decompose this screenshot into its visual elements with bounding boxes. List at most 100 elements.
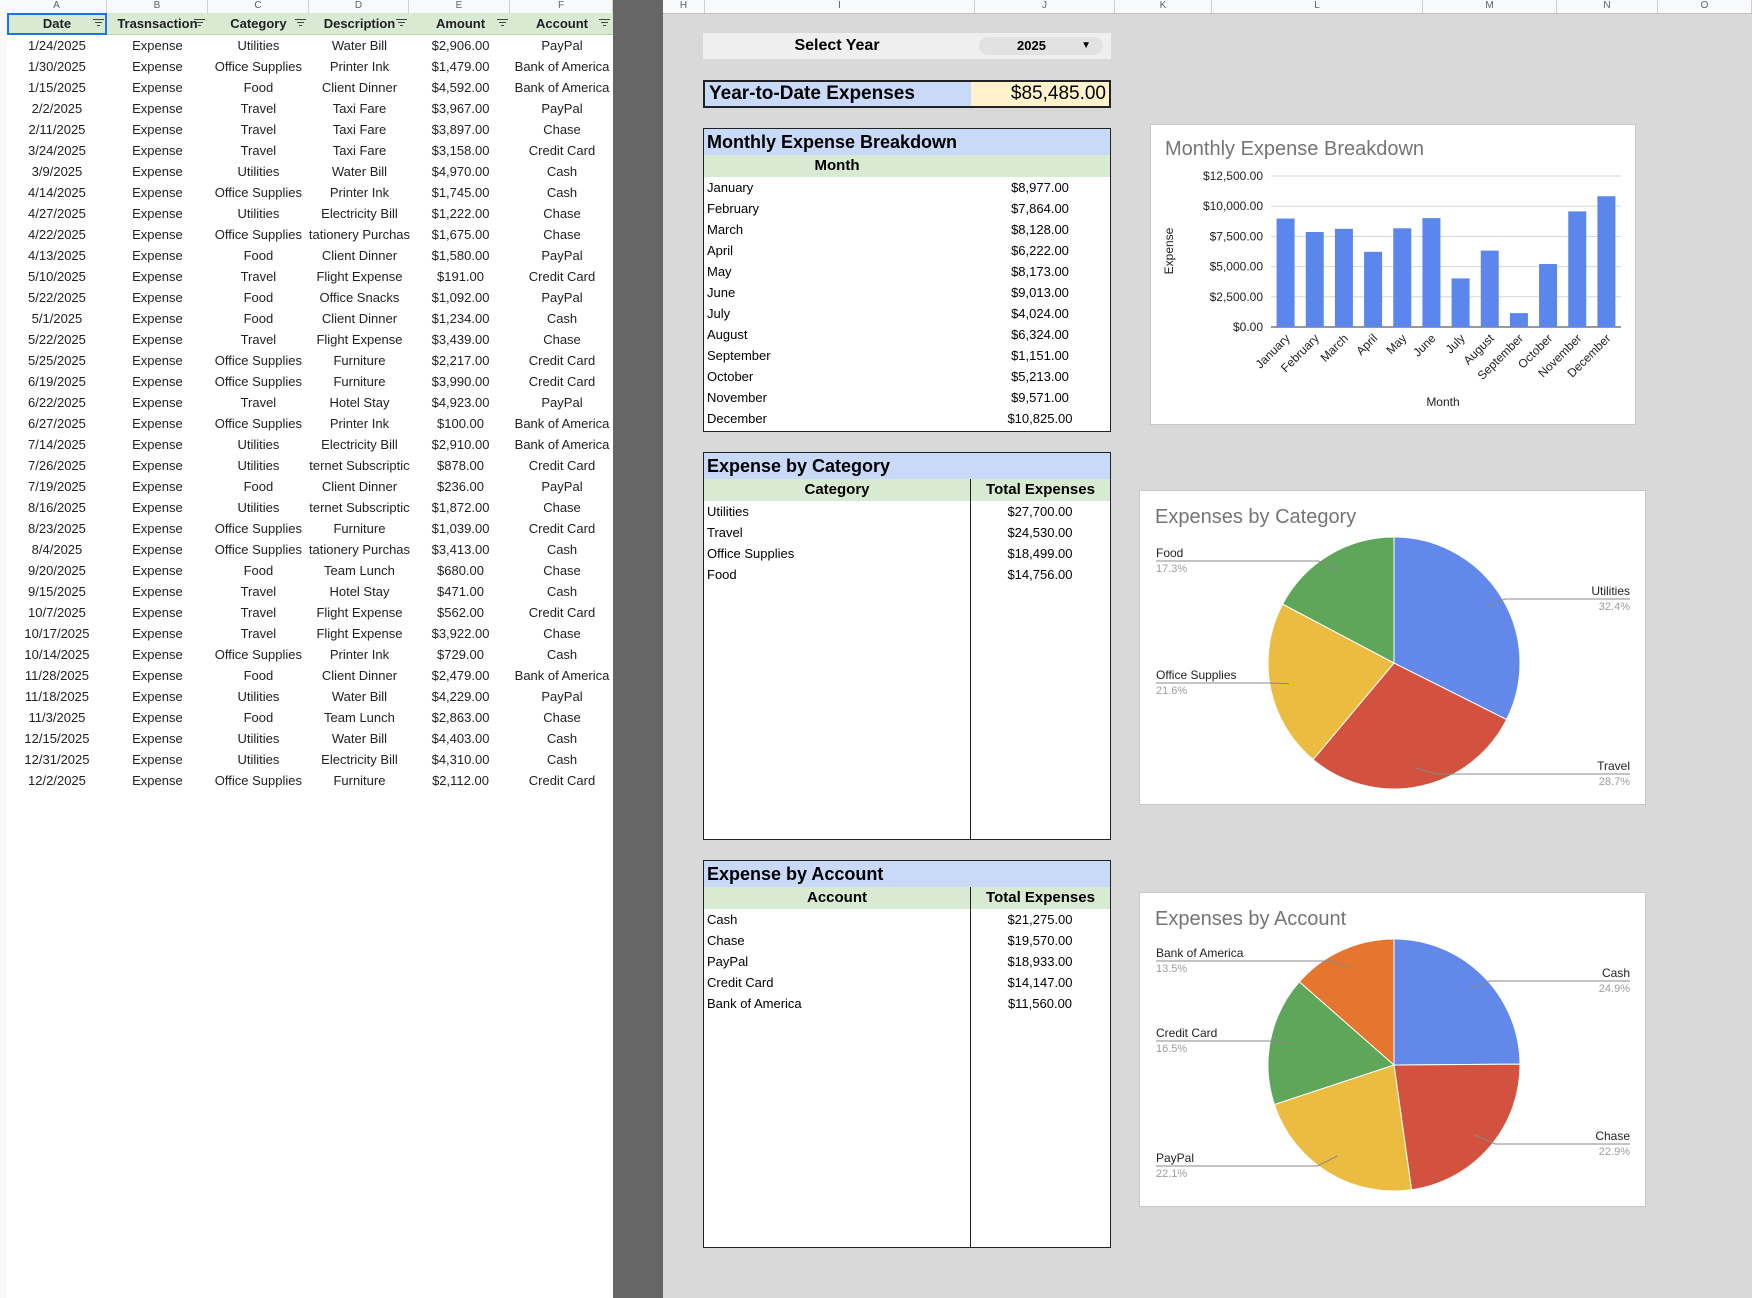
column-header-f[interactable]: F	[510, 0, 613, 13]
table-cell[interactable]: $3,413.00	[410, 539, 511, 560]
column-header-j[interactable]: J	[975, 0, 1115, 13]
table-cell[interactable]: PayPal	[511, 392, 613, 413]
table-cell[interactable]: ternet Subscriptic	[309, 497, 410, 518]
table-cell[interactable]: Water Bill	[309, 728, 410, 749]
table-cell[interactable]: 1/24/2025	[7, 35, 107, 57]
table-cell[interactable]: Travel	[208, 98, 309, 119]
table-cell[interactable]: Bank of America	[511, 434, 613, 455]
table-cell[interactable]: PayPal	[511, 98, 613, 119]
table-cell[interactable]: Expense	[107, 77, 208, 98]
table-cell[interactable]: Client Dinner	[309, 476, 410, 497]
table-cell[interactable]: $4,310.00	[410, 749, 511, 770]
column-header-m[interactable]: M	[1423, 0, 1557, 13]
table-cell[interactable]: Chase	[511, 329, 613, 350]
table-cell[interactable]: 7/26/2025	[7, 455, 107, 476]
table-cell[interactable]: Chase	[511, 203, 613, 224]
table-cell[interactable]: $3,990.00	[410, 371, 511, 392]
table-cell[interactable]: 4/13/2025	[7, 245, 107, 266]
table-cell[interactable]: Cash	[511, 161, 613, 182]
table-cell[interactable]: Office Supplies	[208, 518, 309, 539]
table-cell[interactable]: Expense	[107, 287, 208, 308]
filter-icon[interactable]	[92, 19, 104, 28]
table-cell[interactable]: Utilities	[208, 728, 309, 749]
table-cell[interactable]: Chase	[511, 224, 613, 245]
table-cell[interactable]: Expense	[107, 266, 208, 287]
table-cell[interactable]: Cash	[511, 728, 613, 749]
table-cell[interactable]: Chase	[511, 560, 613, 581]
table-cell[interactable]: 1/30/2025	[7, 56, 107, 77]
table-cell[interactable]: Water Bill	[309, 35, 410, 57]
table-cell[interactable]: tationery Purchas	[309, 224, 410, 245]
table-cell[interactable]: Food	[208, 476, 309, 497]
table-cell[interactable]: $100.00	[410, 413, 511, 434]
table-cell[interactable]: $2,112.00	[410, 770, 511, 791]
table-cell[interactable]: 11/18/2025	[7, 686, 107, 707]
bar-june[interactable]	[1422, 218, 1441, 327]
table-cell[interactable]: $3,158.00	[410, 140, 511, 161]
table-cell[interactable]: Taxi Fare	[309, 119, 410, 140]
table-cell[interactable]: 9/20/2025	[7, 560, 107, 581]
table-cell[interactable]: 6/22/2025	[7, 392, 107, 413]
table-cell[interactable]: $4,403.00	[410, 728, 511, 749]
filter-icon[interactable]	[396, 19, 408, 28]
table-cell[interactable]: Travel	[208, 266, 309, 287]
table-cell[interactable]: $729.00	[410, 644, 511, 665]
table-cell[interactable]: Expense	[107, 98, 208, 119]
table-cell[interactable]: Credit Card	[511, 770, 613, 791]
table-cell[interactable]: Electricity Bill	[309, 434, 410, 455]
table-cell[interactable]: Office Snacks	[309, 287, 410, 308]
table-cell[interactable]: 5/25/2025	[7, 350, 107, 371]
table-cell[interactable]: 10/7/2025	[7, 602, 107, 623]
table-cell[interactable]: Water Bill	[309, 686, 410, 707]
table-cell[interactable]: $1,745.00	[410, 182, 511, 203]
table-cell[interactable]: Bank of America	[511, 56, 613, 77]
table-cell[interactable]: Expense	[107, 224, 208, 245]
table-cell[interactable]: $4,970.00	[410, 161, 511, 182]
table-cell[interactable]: Hotel Stay	[309, 581, 410, 602]
table-cell[interactable]: Flight Expense	[309, 329, 410, 350]
table-cell[interactable]: 7/19/2025	[7, 476, 107, 497]
column-header-a[interactable]: A	[7, 0, 107, 13]
table-cell[interactable]: $1,234.00	[410, 308, 511, 329]
table-cell[interactable]: $1,039.00	[410, 518, 511, 539]
bar-december[interactable]	[1597, 196, 1616, 327]
table-cell[interactable]: Printer Ink	[309, 56, 410, 77]
table-cell[interactable]: Travel	[208, 329, 309, 350]
table-cell[interactable]: $2,863.00	[410, 707, 511, 728]
table-cell[interactable]: Expense	[107, 35, 208, 57]
table-cell[interactable]: Client Dinner	[309, 308, 410, 329]
bar-february[interactable]	[1305, 232, 1324, 327]
table-cell[interactable]: Expense	[107, 329, 208, 350]
table-cell[interactable]: 4/14/2025	[7, 182, 107, 203]
monthly-bar-chart[interactable]: Monthly Expense Breakdown $0.00 $2,500.00 $…	[1150, 124, 1636, 425]
table-cell[interactable]: Expense	[107, 749, 208, 770]
table-cell[interactable]: Travel	[208, 581, 309, 602]
table-cell[interactable]: Office Supplies	[208, 350, 309, 371]
header-date[interactable]: Date	[7, 13, 107, 35]
table-cell[interactable]: Printer Ink	[309, 644, 410, 665]
table-cell[interactable]: 4/27/2025	[7, 203, 107, 224]
table-cell[interactable]: $4,923.00	[410, 392, 511, 413]
bar-january[interactable]	[1276, 218, 1295, 327]
table-cell[interactable]: Flight Expense	[309, 266, 410, 287]
table-cell[interactable]: 10/14/2025	[7, 644, 107, 665]
table-cell[interactable]: Expense	[107, 770, 208, 791]
table-cell[interactable]: Expense	[107, 644, 208, 665]
year-dropdown[interactable]: 2025 ▼	[979, 37, 1103, 55]
table-cell[interactable]: Cash	[511, 182, 613, 203]
table-cell[interactable]: 5/22/2025	[7, 287, 107, 308]
table-cell[interactable]: Food	[208, 665, 309, 686]
table-cell[interactable]: Office Supplies	[208, 182, 309, 203]
table-cell[interactable]: 4/22/2025	[7, 224, 107, 245]
table-cell[interactable]: Bank of America	[511, 77, 613, 98]
table-cell[interactable]: $2,910.00	[410, 434, 511, 455]
table-cell[interactable]: Utilities	[208, 455, 309, 476]
table-cell[interactable]: Expense	[107, 308, 208, 329]
table-cell[interactable]: Chase	[511, 623, 613, 644]
table-cell[interactable]: $1,675.00	[410, 224, 511, 245]
table-cell[interactable]: $1,872.00	[410, 497, 511, 518]
table-cell[interactable]: Food	[208, 308, 309, 329]
table-cell[interactable]: 12/2/2025	[7, 770, 107, 791]
table-cell[interactable]: $4,592.00	[410, 77, 511, 98]
table-cell[interactable]: Utilities	[208, 749, 309, 770]
